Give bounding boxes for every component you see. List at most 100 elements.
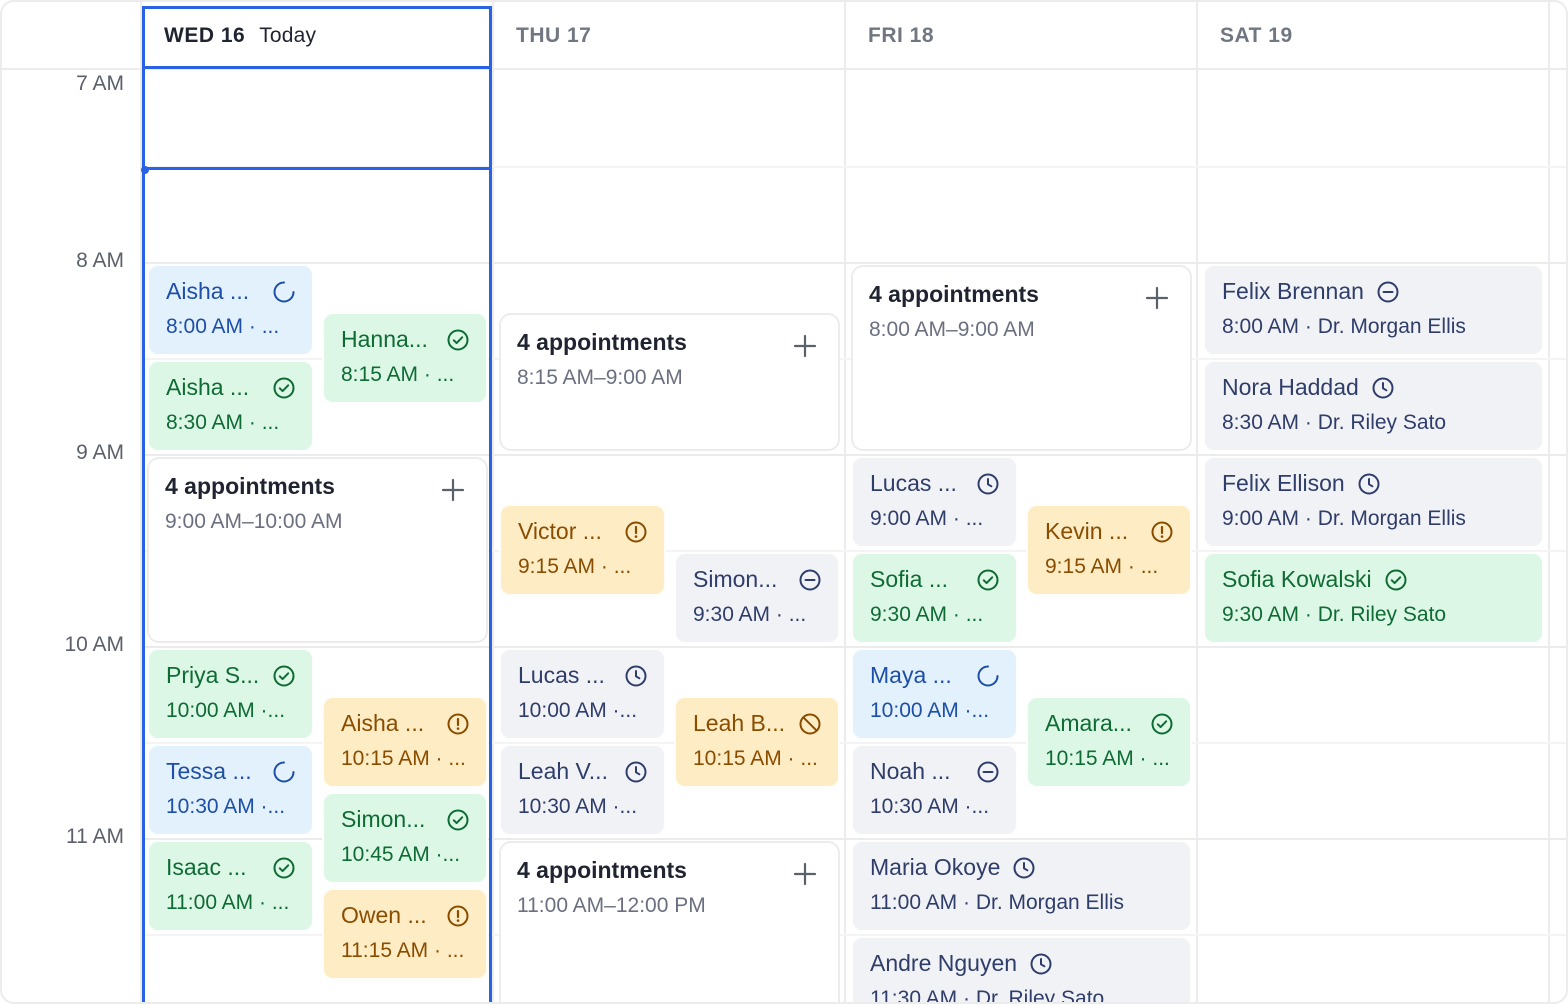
pending-icon	[272, 760, 296, 784]
appointment-card[interactable]: Felix Ellison 9:00 AM · Dr. Morgan Ellis	[1203, 456, 1544, 548]
clock-icon	[1012, 856, 1036, 880]
appointment-card[interactable]: Simon... 9:30 AM · ...	[674, 552, 840, 644]
appointment-group[interactable]: 4 appointments 8:15 AM–9:00 AM	[499, 313, 840, 451]
appointment-group[interactable]: 4 appointments 8:00 AM–9:00 AM	[851, 265, 1192, 451]
appointment-time-provider: 8:30 AM · Dr. Riley Sato	[1222, 411, 1447, 434]
week-header: WED 16 Today THU 17 FRI 18 SAT 19	[2, 2, 1566, 70]
plus-icon[interactable]	[440, 477, 466, 503]
appointment-card[interactable]: Maria Okoye 11:00 AM · Dr. Morgan Ellis	[851, 840, 1192, 932]
appointment-card[interactable]: Isaac ... 11:00 AM · ...	[147, 840, 314, 932]
appointment-name-row: Victor ...	[518, 518, 648, 545]
minus-icon	[1376, 280, 1400, 304]
appointment-name-row: Kevin ...	[1045, 518, 1174, 545]
appointment-name-row: Simon...	[693, 566, 822, 593]
check-icon	[272, 664, 296, 688]
appointment-card[interactable]: Sofia ... 9:30 AM · ...	[851, 552, 1018, 644]
check-icon	[446, 808, 470, 832]
appointment-card[interactable]: Lucas ... 10:00 AM ·...	[499, 648, 666, 740]
selected-time-slot[interactable]	[142, 66, 492, 170]
patient-name: Lucas ...	[870, 470, 957, 496]
plus-icon[interactable]	[792, 861, 818, 887]
appointment-card[interactable]: Leah V... 10:30 AM ·...	[499, 744, 666, 836]
check-icon	[1384, 568, 1408, 592]
appointment-time-provider: 9:15 AM · ...	[518, 555, 632, 578]
patient-name: Isaac ...	[166, 854, 247, 880]
appointment-name-row: Priya S...	[166, 662, 296, 689]
appointment-time-provider: 8:30 AM · ...	[166, 411, 280, 434]
appointment-card[interactable]: Aisha ... 10:15 AM · ...	[322, 696, 488, 788]
day-header-thu[interactable]: THU 17	[494, 2, 844, 70]
appointment-name-row: Noah ...	[870, 758, 1000, 785]
appointment-card[interactable]: Felix Brennan 8:00 AM · Dr. Morgan Ellis	[1203, 264, 1544, 356]
patient-name: Noah ...	[870, 758, 951, 784]
plus-icon[interactable]	[1144, 285, 1170, 311]
group-time-range: 8:15 AM–9:00 AM	[517, 366, 683, 389]
appointment-card[interactable]: Aisha ... 8:00 AM · ...	[147, 264, 314, 356]
appointment-time-provider: 10:00 AM ·...	[166, 699, 286, 722]
appointment-group[interactable]: 4 appointments 9:00 AM–10:00 AM	[147, 457, 488, 643]
check-icon	[976, 568, 1000, 592]
appointment-card[interactable]: Simon... 10:45 AM ·...	[322, 792, 488, 884]
patient-name: Tessa ...	[166, 758, 252, 784]
appointment-time-provider: 9:00 AM · ...	[870, 507, 984, 530]
appointment-card[interactable]: Sofia Kowalski 9:30 AM · Dr. Riley Sato	[1203, 552, 1544, 644]
calendar-week-view: WED 16 Today THU 17 FRI 18 SAT 19 7 AM 8…	[0, 0, 1568, 1004]
appointment-card[interactable]: Aisha ... 8:30 AM · ...	[147, 360, 314, 452]
appointment-name-row: Isaac ...	[166, 854, 296, 881]
appointment-name-row: Felix Ellison	[1222, 470, 1526, 497]
patient-name: Andre Nguyen	[870, 950, 1018, 976]
appointment-card[interactable]: Hanna... 8:15 AM · ...	[322, 312, 488, 404]
appointment-time-provider: 10:30 AM ·...	[166, 795, 286, 818]
appointment-card[interactable]: Leah B... 10:15 AM · ...	[674, 696, 840, 788]
hour-label: 8 AM	[76, 249, 124, 272]
appointment-name-row: Simon...	[341, 806, 470, 833]
patient-name: Victor ...	[518, 518, 602, 544]
group-time-range: 11:00 AM–12:00 PM	[517, 894, 706, 917]
appointment-name-row: Aisha ...	[166, 278, 296, 305]
hour-line	[142, 646, 1566, 648]
appointment-group[interactable]: 4 appointments 11:00 AM–12:00 PM	[499, 841, 840, 1002]
hour-label: 9 AM	[76, 441, 124, 464]
clock-icon	[1029, 952, 1053, 976]
group-time-range: 9:00 AM–10:00 AM	[165, 510, 343, 533]
patient-name: Leah B...	[693, 710, 786, 736]
clock-icon	[624, 760, 648, 784]
patient-name: Sofia Kowalski	[1222, 566, 1372, 592]
clock-icon	[624, 664, 648, 688]
appointment-time-provider: 10:30 AM ·...	[518, 795, 638, 818]
appointment-card[interactable]: Victor ... 9:15 AM · ...	[499, 504, 666, 596]
group-title: 4 appointments	[517, 329, 687, 355]
day-header-wed[interactable]: WED 16 Today	[142, 2, 492, 70]
cancel-icon	[798, 712, 822, 736]
appointment-card[interactable]: Nora Haddad 8:30 AM · Dr. Riley Sato	[1203, 360, 1544, 452]
group-title: 4 appointments	[517, 857, 687, 883]
appointment-card[interactable]: Noah ... 10:30 AM ·...	[851, 744, 1018, 836]
appointment-card[interactable]: Maya ... 10:00 AM ·...	[851, 648, 1018, 740]
appointment-time-provider: 10:15 AM · ...	[693, 747, 818, 770]
patient-name: Felix Brennan	[1222, 278, 1364, 304]
hour-label: 11 AM	[66, 825, 124, 848]
appointment-name-row: Leah V...	[518, 758, 648, 785]
today-label: Today	[259, 24, 317, 47]
appointment-card[interactable]: Andre Nguyen 11:30 AM · Dr. Riley Sato	[851, 936, 1192, 1002]
day-header-sat[interactable]: SAT 19	[1198, 2, 1548, 70]
appointment-name-row: Sofia ...	[870, 566, 1000, 593]
appointment-card[interactable]: Amara... 10:15 AM · ...	[1026, 696, 1192, 788]
day-header-fri[interactable]: FRI 18	[846, 2, 1196, 70]
plus-icon[interactable]	[792, 333, 818, 359]
appointment-card[interactable]: Lucas ... 9:00 AM · ...	[851, 456, 1018, 548]
patient-name: Simon...	[693, 566, 778, 592]
check-icon	[272, 856, 296, 880]
clock-icon	[1357, 472, 1381, 496]
appointment-card[interactable]: Tessa ... 10:30 AM ·...	[147, 744, 314, 836]
day-divider	[1548, 2, 1550, 1002]
group-title: 4 appointments	[165, 473, 335, 499]
appointment-card[interactable]: Priya S... 10:00 AM ·...	[147, 648, 314, 740]
appointment-card[interactable]: Owen ... 11:15 AM · ...	[322, 888, 488, 980]
appointment-name-row: Aisha ...	[166, 374, 296, 401]
patient-name: Sofia ...	[870, 566, 948, 592]
appointment-time-provider: 8:00 AM · Dr. Morgan Ellis	[1222, 315, 1466, 338]
appointment-card[interactable]: Kevin ... 9:15 AM · ...	[1026, 504, 1192, 596]
patient-name: Priya S...	[166, 662, 260, 688]
minus-icon	[798, 568, 822, 592]
